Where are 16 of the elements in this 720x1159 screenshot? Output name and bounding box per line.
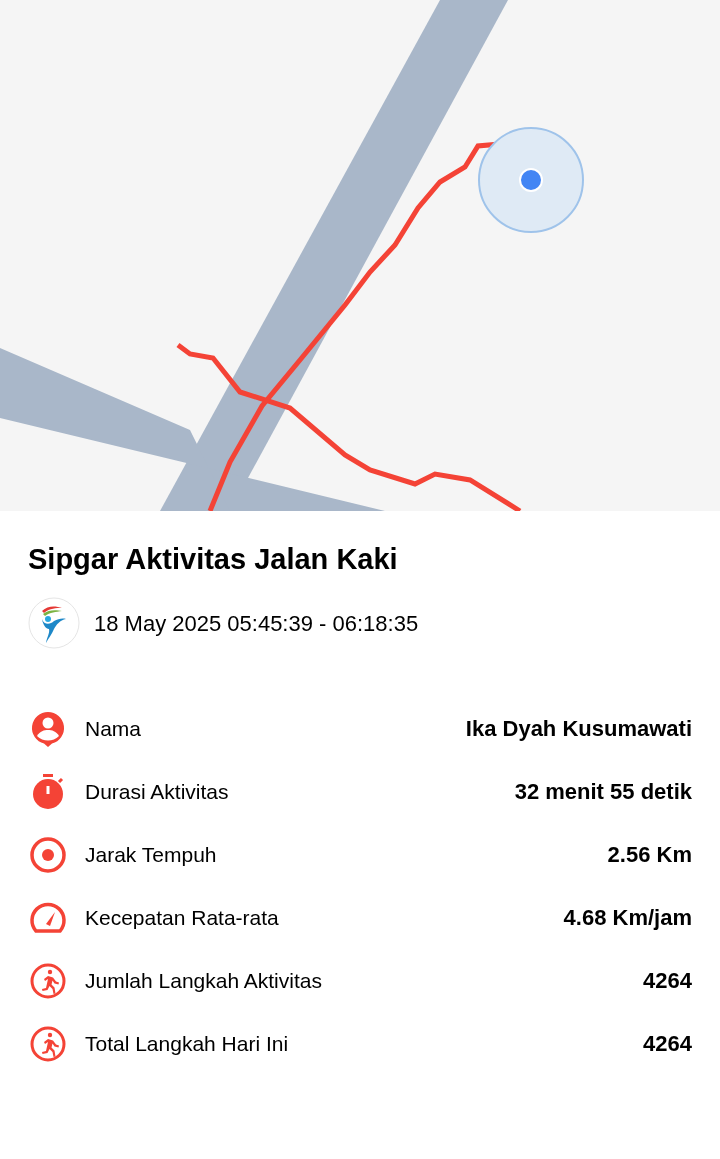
stat-value: 4264	[643, 1030, 692, 1058]
stat-value: Ika Dyah Kusumawati	[465, 715, 692, 743]
stat-value: 32 menit 55 detik	[514, 778, 692, 806]
stat-value: 4.68 Km/jam	[563, 904, 692, 932]
stat-value: 4264	[643, 967, 692, 995]
activity-datetime: 18 May 2025 05:45:39 - 06:18:35	[94, 609, 419, 638]
stat-value: 2.56 Km	[607, 841, 692, 869]
target-icon	[28, 834, 68, 875]
stat-label: Jarak Tempuh	[85, 841, 218, 868]
stat-label: Nama	[85, 715, 143, 742]
app-logo-icon	[28, 597, 80, 649]
stat-label: Kecepatan Rata-rata	[85, 904, 280, 931]
activity-title: Sipgar Aktivitas Jalan Kaki	[28, 542, 399, 577]
stat-label: Durasi Aktivitas	[85, 778, 230, 805]
stat-label: Jumlah Langkah Aktivitas	[85, 967, 323, 994]
stat-label: Total Langkah Hari Ini	[85, 1030, 290, 1057]
